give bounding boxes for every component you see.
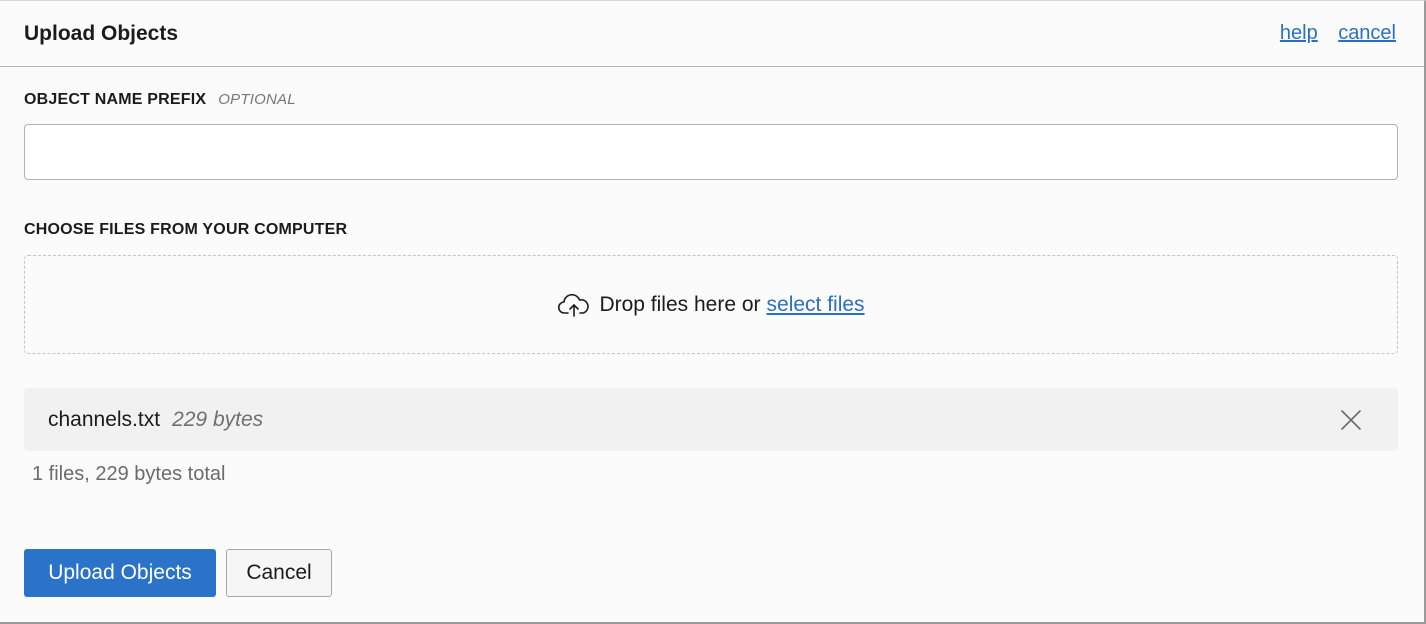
prefix-label: OBJECT NAME PREFIX OPTIONAL xyxy=(24,67,1396,109)
header-links: help cancel xyxy=(1264,22,1396,45)
dialog-body: OBJECT NAME PREFIX OPTIONAL CHOOSE FILES … xyxy=(0,67,1424,486)
dialog-header: Upload Objects help cancel xyxy=(0,1,1424,67)
cancel-button[interactable]: Cancel xyxy=(226,549,332,597)
help-link[interactable]: help xyxy=(1280,22,1318,44)
upload-objects-button[interactable]: Upload Objects xyxy=(24,549,216,597)
file-list-item: channels.txt 229 bytes xyxy=(24,388,1398,451)
header-cancel-link[interactable]: cancel xyxy=(1338,22,1396,44)
files-summary: 1 files, 229 bytes total xyxy=(32,463,226,485)
object-name-prefix-input[interactable] xyxy=(24,124,1398,180)
select-files-link[interactable]: select files xyxy=(767,293,865,317)
prefix-label-text: OBJECT NAME PREFIX xyxy=(24,91,207,108)
dialog-footer: Upload Objects Cancel xyxy=(24,549,332,597)
file-info: channels.txt 229 bytes xyxy=(48,408,263,432)
file-size: 229 bytes xyxy=(172,407,264,431)
file-name: channels.txt xyxy=(48,407,161,431)
dialog-title: Upload Objects xyxy=(24,21,179,45)
optional-label: OPTIONAL xyxy=(218,91,296,108)
close-icon xyxy=(1341,409,1361,430)
choose-files-label: CHOOSE FILES FROM YOUR COMPUTER xyxy=(24,221,348,238)
file-drop-zone[interactable]: Drop files here or select files xyxy=(24,255,1398,354)
cloud-upload-icon xyxy=(558,293,590,317)
remove-file-button[interactable] xyxy=(1340,409,1362,431)
upload-objects-dialog: Upload Objects help cancel OBJECT NAME P… xyxy=(0,0,1426,624)
drop-files-text: Drop files here or xyxy=(599,292,761,316)
